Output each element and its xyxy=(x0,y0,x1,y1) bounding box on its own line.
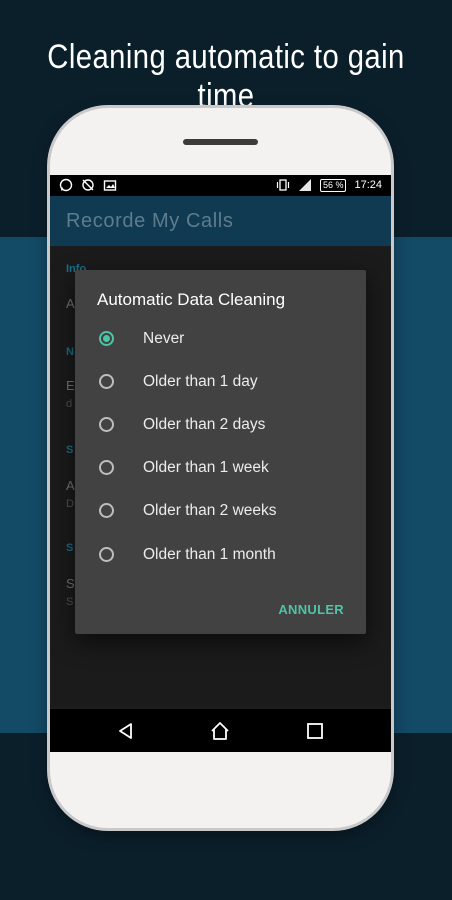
radio-icon[interactable] xyxy=(99,460,114,475)
setting-item[interactable]: S xyxy=(66,576,75,591)
option-1-week[interactable]: Older than 1 week xyxy=(97,451,357,487)
status-bar: 56 % 17:24 xyxy=(50,175,391,196)
signal-icon xyxy=(298,179,311,191)
phone-speaker xyxy=(183,139,258,145)
option-label: Older than 1 month xyxy=(143,546,276,563)
option-1-day[interactable]: Older than 1 day xyxy=(97,365,357,401)
radio-icon[interactable] xyxy=(99,547,114,562)
radio-icon[interactable] xyxy=(99,417,114,432)
section-header: S xyxy=(66,444,74,456)
battery-indicator: 56 % xyxy=(319,178,347,192)
option-label: Older than 2 days xyxy=(143,416,266,433)
dialog-title: Automatic Data Cleaning xyxy=(97,290,286,309)
whatsapp-icon xyxy=(59,178,73,192)
cancel-button[interactable]: ANNULER xyxy=(278,602,344,617)
setting-subtitle: d xyxy=(66,398,73,410)
promo-headline: Cleaning automatic to gain time xyxy=(47,38,405,115)
option-label: Older than 2 weeks xyxy=(143,502,277,519)
radio-selected-icon[interactable] xyxy=(99,331,114,346)
section-header: S xyxy=(66,542,74,554)
option-label: Never xyxy=(143,330,185,347)
recents-icon[interactable] xyxy=(305,721,325,741)
vibrate-icon xyxy=(276,179,290,191)
option-label: Older than 1 week xyxy=(143,459,269,476)
section-header: N xyxy=(66,346,74,358)
navigation-bar xyxy=(50,709,391,752)
sync-off-icon xyxy=(82,179,94,191)
setting-subtitle: S xyxy=(66,596,74,608)
clock: 17:24 xyxy=(354,179,382,191)
app-title: Recorde My Calls xyxy=(66,210,234,232)
setting-item[interactable]: A xyxy=(66,296,75,311)
setting-subtitle: D xyxy=(66,498,74,510)
radio-icon[interactable] xyxy=(99,503,114,518)
option-1-month[interactable]: Older than 1 month xyxy=(97,538,357,574)
app-bar: Recorde My Calls xyxy=(50,196,391,246)
option-2-days[interactable]: Older than 2 days xyxy=(97,408,357,444)
cleaning-dialog: Automatic Data Cleaning Never Older than… xyxy=(75,270,366,634)
radio-icon[interactable] xyxy=(99,374,114,389)
setting-item[interactable]: E xyxy=(66,378,75,393)
option-label: Older than 1 day xyxy=(143,373,258,390)
option-2-weeks[interactable]: Older than 2 weeks xyxy=(97,494,357,530)
setting-item[interactable]: A xyxy=(66,478,75,493)
option-never[interactable]: Never xyxy=(97,322,357,358)
photo-icon xyxy=(103,180,117,191)
back-icon[interactable] xyxy=(116,721,136,741)
home-icon[interactable] xyxy=(210,721,230,741)
